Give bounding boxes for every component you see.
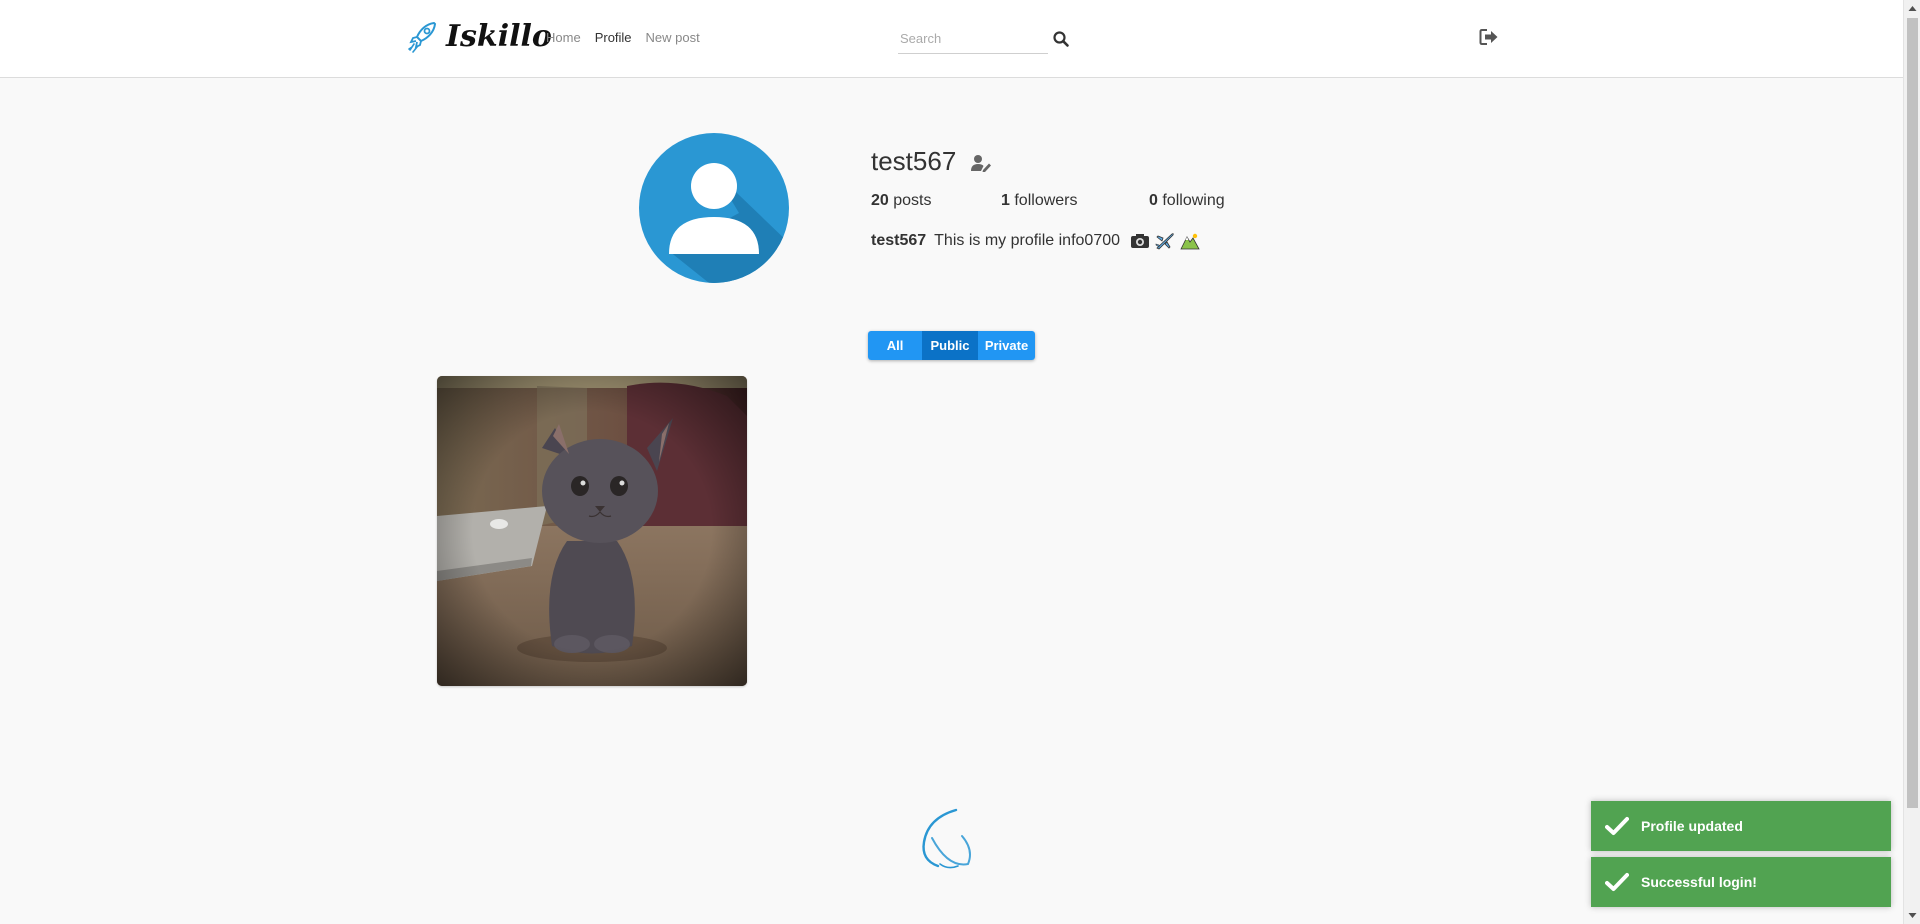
- airplane-emoji: [1155, 233, 1174, 250]
- profile-avatar: [639, 133, 789, 283]
- scroll-up-arrow-icon[interactable]: [1908, 4, 1917, 13]
- posts-stat: 20 posts: [871, 192, 932, 210]
- nav-profile-link[interactable]: Profile: [595, 30, 632, 45]
- mountain-emoji: [1180, 233, 1200, 250]
- search-input[interactable]: [898, 24, 1048, 54]
- followers-count: 1: [1001, 192, 1010, 209]
- sign-out-icon[interactable]: [1479, 28, 1499, 46]
- profile-bio: test567 This is my profile info0700: [871, 232, 1200, 250]
- post-filter-group: All Public Private: [868, 331, 1035, 360]
- nav-new-post-link[interactable]: New post: [646, 30, 700, 45]
- post-thumbnail[interactable]: [437, 376, 747, 686]
- nav-links: Home Profile New post: [546, 30, 700, 45]
- toast-message: Profile updated: [1641, 818, 1743, 834]
- profile-info: test567 20 posts 1 followers 0 following…: [871, 145, 1225, 250]
- toast-successful-login[interactable]: Successful login!: [1591, 857, 1891, 907]
- rocket-icon: [408, 21, 437, 53]
- check-icon: [1605, 817, 1629, 835]
- bio-emojis: [1128, 232, 1200, 250]
- posts-count: 20: [871, 192, 889, 209]
- filter-all-button[interactable]: All: [868, 331, 922, 360]
- bio-text: This is my profile info0700: [934, 232, 1121, 249]
- posts-label: posts: [893, 192, 932, 209]
- user-edit-icon[interactable]: [970, 154, 992, 172]
- profile-username: test567: [871, 145, 957, 176]
- following-count: 0: [1149, 192, 1158, 209]
- following-stat[interactable]: 0 following: [1149, 192, 1225, 210]
- search-icon[interactable]: [1052, 30, 1070, 48]
- followers-stat[interactable]: 1 followers: [1001, 192, 1078, 210]
- top-navbar: Iskillo Home Profile New post: [0, 0, 1903, 78]
- nav-home-link[interactable]: Home: [546, 30, 581, 45]
- scroll-down-arrow-icon[interactable]: [1908, 911, 1917, 920]
- camera-emoji: [1131, 234, 1150, 248]
- default-avatar-icon: [669, 163, 789, 283]
- loading-spinner-icon: [922, 808, 971, 869]
- following-label: following: [1162, 192, 1225, 209]
- followers-label: followers: [1014, 192, 1078, 209]
- bio-username: test567: [871, 232, 927, 249]
- vertical-scrollbar[interactable]: [1903, 0, 1920, 924]
- filter-private-button[interactable]: Private: [978, 331, 1035, 360]
- kitten-photo: [437, 376, 747, 686]
- check-icon: [1605, 873, 1629, 891]
- brand[interactable]: Iskillo: [408, 20, 552, 54]
- scrollbar-thumb[interactable]: [1907, 18, 1918, 808]
- toast-profile-updated[interactable]: Profile updated: [1591, 801, 1891, 851]
- brand-name: Iskillo: [446, 19, 552, 54]
- toast-message: Successful login!: [1641, 874, 1757, 890]
- search-form: [898, 24, 1070, 54]
- profile-user-row: test567: [871, 145, 992, 177]
- filter-public-button[interactable]: Public: [922, 331, 978, 360]
